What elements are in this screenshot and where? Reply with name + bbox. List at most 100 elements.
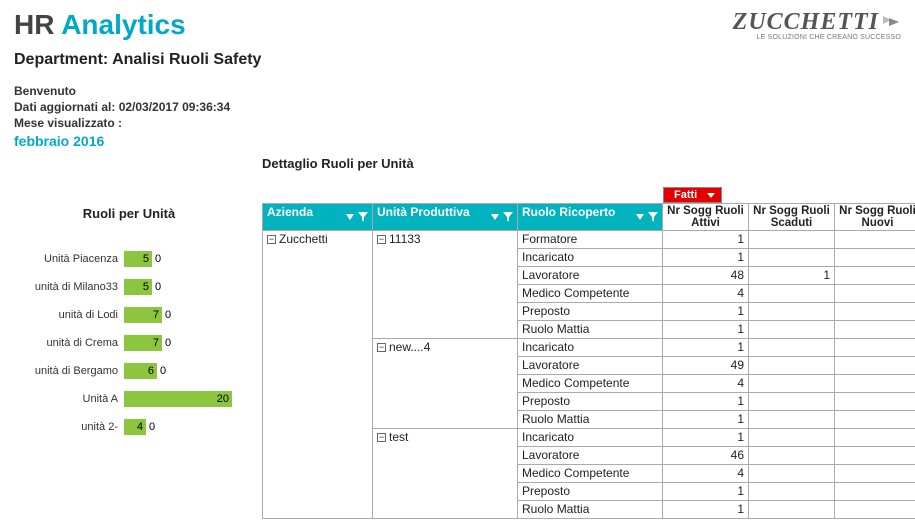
cell-scaduti bbox=[749, 285, 835, 303]
col-header-ruolo-ricoperto[interactable]: Ruolo Ricoperto bbox=[518, 204, 663, 231]
cell-attivi: 1 bbox=[663, 321, 749, 339]
fatti-dropdown[interactable]: Fatti bbox=[663, 187, 722, 203]
cell-ruolo: Incaricato bbox=[518, 339, 663, 357]
cell-attivi: 1 bbox=[663, 393, 749, 411]
col-header-azienda[interactable]: Azienda bbox=[263, 204, 373, 231]
col-header-unita-produttiva[interactable]: Unità Produttiva bbox=[373, 204, 518, 231]
col-header-ruolo-ricoperto-label: Ruolo Ricoperto bbox=[522, 205, 615, 219]
bar-row: unità di Crema70 bbox=[14, 335, 244, 351]
cell-nuovi bbox=[835, 285, 915, 303]
bar-track: 70 bbox=[124, 335, 244, 351]
cell-scaduti bbox=[749, 447, 835, 465]
cell-attivi: 4 bbox=[663, 285, 749, 303]
cell-scaduti: 1 bbox=[749, 267, 835, 285]
filter-icon[interactable] bbox=[358, 212, 368, 222]
cell-attivi: 1 bbox=[663, 483, 749, 501]
bar-segment[interactable]: 6 bbox=[124, 363, 157, 379]
bar-row: Unità Piacenza50 bbox=[14, 251, 244, 267]
data-updated-value: 02/03/2017 09:36:34 bbox=[119, 100, 230, 114]
bar-segment[interactable]: 20 bbox=[124, 391, 232, 407]
cell-ruolo: Incaricato bbox=[518, 429, 663, 447]
col-header-nuovi[interactable]: Nr Sogg Ruoli Nuovi bbox=[835, 204, 915, 231]
cell-nuovi bbox=[835, 231, 915, 249]
cell-ruolo: Medico Competente bbox=[518, 465, 663, 483]
bar-segment[interactable]: 4 bbox=[124, 419, 146, 435]
data-updated-label: Dati aggiornati al: bbox=[14, 100, 115, 114]
collapse-icon[interactable]: − bbox=[377, 235, 386, 244]
bar-segment[interactable]: 7 bbox=[124, 335, 162, 351]
bar-value-secondary: 0 bbox=[165, 337, 171, 349]
brand-logo-tagline: LE SOLUZIONI CHE CREANO SUCCESSO bbox=[733, 34, 901, 41]
cell-attivi: 46 bbox=[663, 447, 749, 465]
cell-nuovi bbox=[835, 303, 915, 321]
bar-label: unità di Milano33 bbox=[14, 281, 124, 293]
cell-ruolo: Preposto bbox=[518, 483, 663, 501]
bar-track: 20 bbox=[124, 391, 244, 407]
cell-attivi: 1 bbox=[663, 303, 749, 321]
bar-value-secondary: 0 bbox=[155, 253, 161, 265]
col-header-scaduti[interactable]: Nr Sogg Ruoli Scaduti bbox=[749, 204, 835, 231]
bar-track: 70 bbox=[124, 307, 244, 323]
col-header-attivi[interactable]: Nr Sogg Ruoli Attivi bbox=[663, 204, 749, 231]
cell-nuovi bbox=[835, 465, 915, 483]
cell-attivi: 1 bbox=[663, 249, 749, 267]
bar-segment[interactable]: 7 bbox=[124, 307, 162, 323]
filter-icon[interactable] bbox=[503, 212, 513, 222]
cell-attivi: 1 bbox=[663, 231, 749, 249]
brand-logo: ZUCCHETTI LE SOLUZIONI CHE CREANO SUCCES… bbox=[733, 10, 901, 41]
filter-icon[interactable] bbox=[648, 212, 658, 222]
bar-label: unità di Bergamo bbox=[14, 365, 124, 377]
cell-scaduti bbox=[749, 483, 835, 501]
sort-down-icon[interactable] bbox=[636, 214, 644, 220]
collapse-icon[interactable]: − bbox=[267, 235, 276, 244]
cell-nuovi bbox=[835, 501, 915, 519]
cell-ruolo: Medico Competente bbox=[518, 285, 663, 303]
collapse-icon[interactable]: − bbox=[377, 343, 386, 352]
bar-value-secondary: 0 bbox=[149, 421, 155, 433]
cell-nuovi bbox=[835, 267, 915, 285]
cell-unita: −new....4 bbox=[373, 339, 518, 429]
app-title: HR Analytics bbox=[14, 10, 186, 41]
cell-scaduti bbox=[749, 303, 835, 321]
bar-segment[interactable]: 5 bbox=[124, 279, 152, 295]
cell-unita: −test bbox=[373, 429, 518, 519]
cell-azienda: −Zucchetti bbox=[263, 231, 373, 519]
cell-attivi: 48 bbox=[663, 267, 749, 285]
sort-down-icon[interactable] bbox=[346, 214, 354, 220]
bar-track: 40 bbox=[124, 419, 244, 435]
cell-attivi: 1 bbox=[663, 339, 749, 357]
cell-ruolo: Preposto bbox=[518, 393, 663, 411]
cell-nuovi bbox=[835, 321, 915, 339]
cell-ruolo: Ruolo Mattia bbox=[518, 501, 663, 519]
fatti-label: Fatti bbox=[674, 189, 697, 201]
bar-segment[interactable]: 5 bbox=[124, 251, 152, 267]
bar-row: Unità A20 bbox=[14, 391, 244, 407]
cell-ruolo: Formatore bbox=[518, 231, 663, 249]
cell-scaduti bbox=[749, 231, 835, 249]
welcome-block: Benvenuto Dati aggiornati al: 02/03/2017… bbox=[14, 83, 901, 150]
cell-ruolo: Lavoratore bbox=[518, 267, 663, 285]
cell-scaduti bbox=[749, 357, 835, 375]
bar-value-secondary: 0 bbox=[165, 309, 171, 321]
cell-nuovi bbox=[835, 393, 915, 411]
month-label: Mese visualizzato : bbox=[14, 115, 901, 131]
detail-title: Dettaglio Ruoli per Unità bbox=[262, 156, 915, 171]
bar-value-secondary: 0 bbox=[155, 281, 161, 293]
bar-label: unità 2- bbox=[14, 421, 124, 433]
cell-ruolo: Medico Competente bbox=[518, 375, 663, 393]
cell-nuovi bbox=[835, 429, 915, 447]
cell-scaduti bbox=[749, 393, 835, 411]
col-header-azienda-label: Azienda bbox=[267, 205, 313, 219]
cell-nuovi bbox=[835, 483, 915, 501]
bar-row: unità 2-40 bbox=[14, 419, 244, 435]
collapse-icon[interactable]: − bbox=[377, 433, 386, 442]
bar-label: unità di Crema bbox=[14, 337, 124, 349]
bar-chart: Unità Piacenza50unità di Milano3350unità… bbox=[14, 251, 244, 435]
pivot-table: Azienda Unità Produttiva bbox=[262, 203, 915, 519]
bar-row: unità di Bergamo60 bbox=[14, 363, 244, 379]
bar-row: unità di Milano3350 bbox=[14, 279, 244, 295]
cell-nuovi bbox=[835, 447, 915, 465]
cell-attivi: 1 bbox=[663, 429, 749, 447]
cell-ruolo: Incaricato bbox=[518, 249, 663, 267]
sort-down-icon[interactable] bbox=[491, 214, 499, 220]
